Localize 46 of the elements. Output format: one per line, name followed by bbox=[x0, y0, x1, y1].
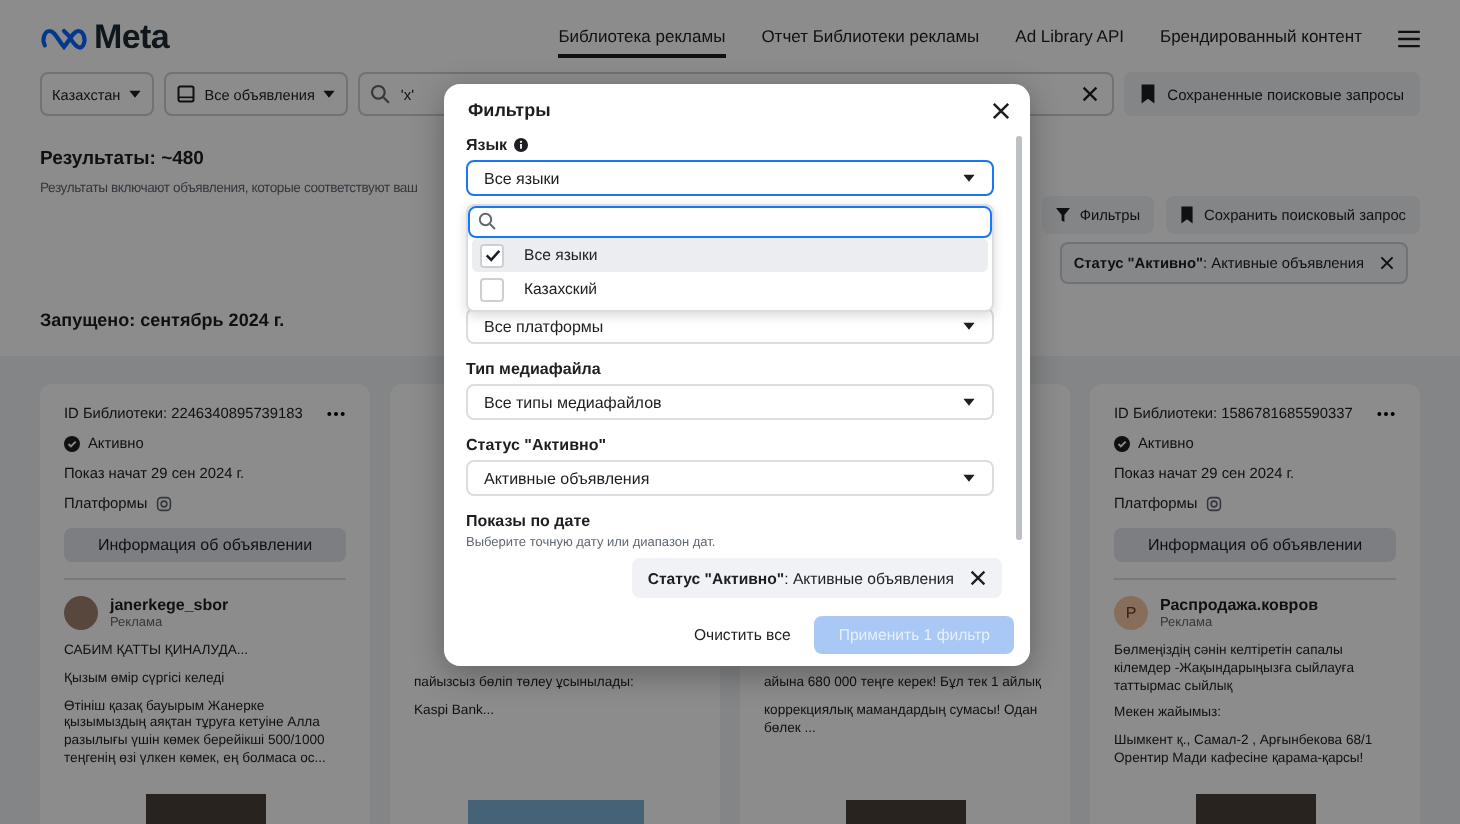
menu-icon[interactable] bbox=[1398, 29, 1420, 47]
advertiser-name[interactable]: janerkege_sbor bbox=[110, 596, 229, 614]
modal-title: Фильтры bbox=[468, 100, 551, 120]
caret-icon bbox=[962, 321, 976, 331]
nav-link[interactable]: Ad Library API bbox=[1015, 18, 1124, 58]
caret-icon bbox=[962, 473, 976, 483]
status-label: Статус "Активно" bbox=[466, 436, 607, 454]
caret-icon bbox=[128, 89, 143, 99]
advertiser-name[interactable]: Распродажа.ковров bbox=[1160, 596, 1318, 614]
language-dropdown[interactable]: Все языки bbox=[466, 160, 994, 196]
close-icon[interactable] bbox=[1081, 86, 1098, 102]
search-icon bbox=[370, 84, 391, 104]
caret-icon bbox=[322, 89, 337, 99]
status-dropdown[interactable]: Активные объявления bbox=[466, 460, 994, 496]
launched-heading: Запущено: сентябрь 2024 г. bbox=[40, 310, 285, 330]
caret-icon bbox=[962, 173, 976, 183]
date-label: Показы по дате bbox=[466, 512, 591, 530]
ad-info-button[interactable]: Информация об объявлении bbox=[64, 528, 346, 562]
close-icon[interactable] bbox=[970, 570, 986, 586]
ad-info-button[interactable]: Информация об объявлении bbox=[1114, 528, 1396, 562]
avatar bbox=[64, 596, 98, 630]
caret-icon bbox=[962, 397, 976, 407]
more-icon[interactable] bbox=[326, 409, 346, 417]
instagram-icon bbox=[155, 495, 172, 511]
language-search-field[interactable] bbox=[468, 206, 992, 238]
bookmark-icon bbox=[1139, 84, 1156, 104]
results-count: Результаты: ~480 bbox=[40, 148, 204, 170]
check-circle-icon bbox=[64, 435, 80, 451]
avatar: Р bbox=[1114, 596, 1148, 630]
bookmark-icon bbox=[1180, 206, 1195, 224]
search-icon bbox=[478, 212, 496, 230]
close-icon[interactable] bbox=[992, 101, 1010, 119]
monitor-icon bbox=[176, 84, 197, 104]
media-type-label: Тип медиафайла bbox=[466, 360, 601, 378]
nav-link[interactable]: Брендированный контент bbox=[1160, 18, 1362, 58]
media-type-dropdown[interactable]: Все типы медиафайлов bbox=[466, 384, 994, 420]
more-icon[interactable] bbox=[1376, 409, 1396, 417]
info-icon bbox=[513, 138, 528, 152]
check-circle-icon bbox=[1114, 435, 1130, 451]
meta-logo-icon bbox=[40, 25, 88, 51]
nav-link[interactable]: Отчет Библиотеки рекламы bbox=[761, 18, 980, 58]
nav-link[interactable]: Библиотека рекламы bbox=[558, 18, 726, 58]
instagram-icon bbox=[1205, 495, 1222, 511]
filter-icon bbox=[1055, 208, 1070, 222]
language-label: Язык bbox=[466, 136, 508, 154]
meta-logo-text[interactable]: Meta bbox=[94, 18, 170, 58]
